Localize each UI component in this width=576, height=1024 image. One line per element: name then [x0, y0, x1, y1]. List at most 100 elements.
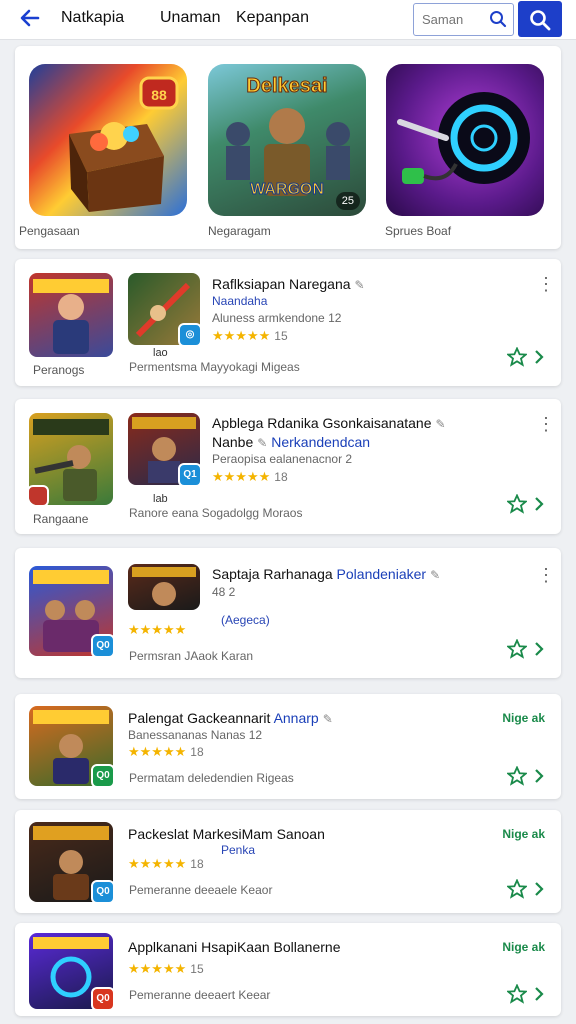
- nav-link-3[interactable]: Kepanpan: [236, 9, 309, 27]
- svg-text:Delkesai: Delkesai: [246, 75, 327, 97]
- app-rating-5: ★★★★★ 18: [128, 856, 204, 871]
- more-options-icon[interactable]: ⋮: [537, 275, 555, 293]
- app-rating-3: ★★★★★: [128, 622, 187, 637]
- star-outline-icon[interactable]: [505, 493, 529, 519]
- app-rating-2: ★★★★★ 18: [212, 469, 288, 484]
- edit-pencil-icon: ✎: [430, 568, 441, 582]
- face-portrait-icon: [132, 567, 196, 606]
- featured-tile-2[interactable]: Delkesai WARGON 25: [208, 64, 366, 216]
- app-icon-1: ◎: [128, 273, 202, 347]
- edit-pencil-icon: ✎: [322, 712, 333, 726]
- nav-link-2[interactable]: Unaman: [160, 9, 220, 27]
- app-footer-3: Permsran JAaok Karan: [129, 649, 254, 663]
- nav-link-1[interactable]: Natkapia: [61, 9, 124, 27]
- star-outline-icon[interactable]: [505, 878, 529, 904]
- app-title-2[interactable]: Apblega Rdanika Gsonkaisanatane ✎: [212, 415, 446, 431]
- chevron-right-icon[interactable]: [533, 986, 545, 1007]
- app-footer-6: Pemeranne deeaert Keear: [129, 988, 271, 1002]
- app-title-4[interactable]: Palengat Gackeannarit Annarp ✎: [128, 710, 333, 726]
- edit-pencil-icon: ✎: [354, 278, 365, 292]
- search-input[interactable]: [422, 12, 484, 27]
- app-footer-5: Pemeranne deeaele Keaor: [129, 883, 273, 897]
- app-card-2[interactable]: Rangaane Q1 lab Apblega Rdanika Gsonkais…: [15, 399, 561, 534]
- edit-pencil-icon: ✎: [257, 436, 268, 450]
- app-thumb-4: Q0: [29, 706, 115, 788]
- app-meta-2: Peraopisa ealanenacnor 2: [212, 452, 353, 466]
- app-thumb-1: [29, 273, 113, 357]
- app-thumb-6: Q0: [29, 933, 115, 1011]
- status-tag-5: Nige ak: [502, 827, 545, 841]
- app-icon-3: [128, 564, 200, 610]
- app-meta-1: Aluness armkendone 12: [212, 311, 342, 325]
- ring-device-icon: [397, 92, 530, 184]
- featured-caption-1: Pengasaan: [19, 224, 80, 238]
- app-mini-badge-2: Q1: [178, 463, 202, 487]
- app-thumb-3: Q0: [29, 566, 115, 658]
- app-title-3[interactable]: Saptaja Rarhanaga Polandeniaker ✎: [212, 566, 440, 582]
- app-thumb-caption-2: Rangaane: [33, 512, 89, 526]
- app-card-1[interactable]: Peranogs ◎ lao Raflksiapan Naregana ✎ Naa…: [15, 259, 561, 386]
- app-rating-6: ★★★★★ 15: [128, 961, 204, 976]
- app-footer-2: Ranore eana Sogadolgg Moraos: [129, 506, 303, 520]
- featured-badge: 25: [335, 192, 360, 210]
- edit-pencil-icon: ✎: [435, 417, 446, 431]
- app-under-caption-2: lab: [153, 493, 168, 505]
- status-tag-4: Nige ak: [502, 711, 545, 725]
- app-title-2b[interactable]: Nanbe ✎ Nerkandendcan: [212, 434, 370, 450]
- app-sub-link-5[interactable]: Penka: [221, 843, 255, 857]
- app-card-6[interactable]: Q0 Applkanani HsapiKaan Bollanerne ★★★★★…: [15, 923, 561, 1016]
- app-title-5[interactable]: Packeslat MarkesiMam Sanoan: [128, 826, 325, 842]
- app-card-3[interactable]: Q0 Saptaja Rarhanaga Polandeniaker ✎ 48 2…: [15, 548, 561, 678]
- star-outline-icon[interactable]: [505, 765, 529, 791]
- star-outline-icon[interactable]: [505, 983, 529, 1009]
- chevron-right-icon[interactable]: [533, 881, 545, 902]
- app-corner-badge-2: [29, 485, 49, 505]
- app-title-6[interactable]: Applkanani HsapiKaan Bollanerne: [128, 939, 340, 955]
- chevron-right-icon[interactable]: [533, 496, 545, 517]
- search-button-icon: [530, 10, 551, 31]
- app-card-5[interactable]: Q0 Packeslat MarkesiMam Sanoan Penka ★★★…: [15, 810, 561, 913]
- app-meta-4: Banessananas Nanas 12: [128, 728, 263, 742]
- more-options-icon[interactable]: ⋮: [537, 566, 555, 584]
- app-mini-badge-1: ◎: [178, 323, 202, 347]
- treasure-chest-icon: 88: [69, 76, 179, 212]
- hero-game-icon: [33, 279, 109, 354]
- top-bar: Natkapia Unaman Kepanpan: [0, 0, 576, 40]
- search-button[interactable]: [518, 1, 562, 37]
- svg-text:WARGON: WARGON: [250, 181, 324, 198]
- app-thumb-caption-1: Peranogs: [33, 363, 85, 377]
- search-box[interactable]: [413, 3, 514, 36]
- star-outline-icon[interactable]: [505, 346, 529, 372]
- app-footer-1: Permentsma Mayyokagi Migeas: [129, 360, 300, 374]
- app-card-4[interactable]: Q0 Palengat Gackeannarit Annarp ✎ Banessa…: [15, 694, 561, 799]
- app-mini-badge-3: Q0: [91, 634, 115, 658]
- search-icon: [489, 10, 507, 33]
- chevron-right-icon[interactable]: [533, 349, 545, 370]
- featured-caption-2: Negaragam: [208, 224, 271, 238]
- featured-caption-3: Sprues Boaf: [385, 224, 452, 238]
- app-mini-badge-6: Q0: [91, 987, 115, 1011]
- status-tag-6: Nige ak: [502, 940, 545, 954]
- back-arrow-icon[interactable]: [18, 6, 46, 34]
- app-mini-badge-4: Q0: [91, 764, 115, 788]
- svg-text:88: 88: [151, 87, 167, 103]
- app-subtitle-link-1[interactable]: Naandaha: [212, 294, 267, 308]
- star-outline-icon[interactable]: [505, 638, 529, 664]
- app-thumb-5: Q0: [29, 822, 115, 904]
- app-thumb-2: [29, 413, 113, 505]
- app-rating-4: ★★★★★ 18: [128, 744, 204, 759]
- app-rating-1: ★★★★★ 15: [212, 328, 288, 343]
- chevron-right-icon[interactable]: [533, 641, 545, 662]
- more-options-icon[interactable]: ⋮: [537, 415, 555, 433]
- app-mini-badge-5: Q0: [91, 880, 115, 904]
- featured-card: 88 Delkesai WARGON 25 Pengasaan Negaraga…: [15, 46, 561, 249]
- app-footer-4: Permatam deledendien Rigeas: [129, 771, 294, 785]
- featured-tile-1[interactable]: 88: [29, 64, 187, 216]
- app-title-1[interactable]: Raflksiapan Naregana ✎: [212, 276, 365, 292]
- app-icon-2: Q1: [128, 413, 202, 487]
- featured-tile-3[interactable]: [386, 64, 544, 216]
- app-sub-link-3[interactable]: (Aegeca): [221, 613, 270, 627]
- app-under-caption-1: lao: [153, 347, 168, 359]
- app-meta-3: 48 2: [212, 585, 236, 599]
- chevron-right-icon[interactable]: [533, 768, 545, 789]
